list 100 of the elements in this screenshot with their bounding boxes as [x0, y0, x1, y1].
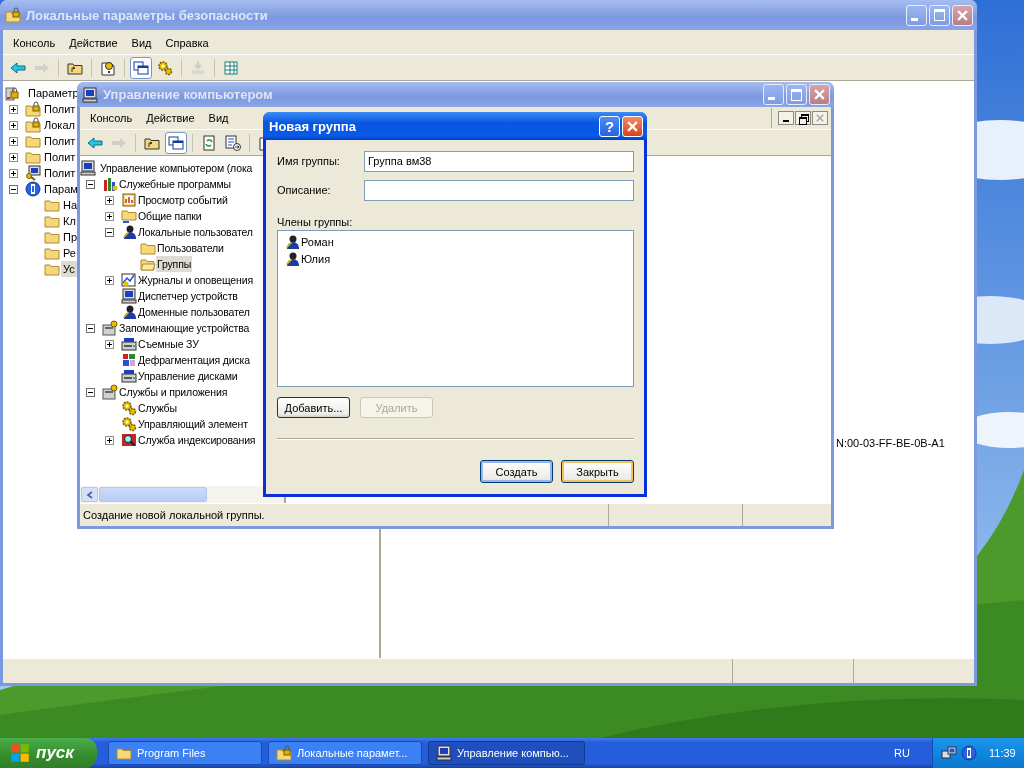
folder-icon — [44, 261, 60, 277]
expand-toggle[interactable] — [9, 104, 18, 114]
globe-icon[interactable] — [961, 745, 977, 761]
expand-toggle[interactable] — [9, 120, 18, 130]
expand-toggle[interactable] — [105, 195, 114, 205]
user-icon — [284, 250, 300, 267]
tree-item[interactable]: Общие папки — [137, 208, 203, 224]
export-list-icon — [225, 134, 241, 151]
folder-icon — [140, 240, 156, 256]
tree-item[interactable]: Дефрагментация диска — [137, 352, 251, 368]
tree-item[interactable]: На — [61, 197, 80, 213]
tree-item[interactable]: Полит — [42, 133, 78, 149]
tree-item[interactable]: Ре — [61, 245, 78, 261]
tools-icon — [102, 176, 118, 192]
close-icon — [814, 89, 825, 100]
language-indicator[interactable]: RU — [894, 747, 910, 759]
dialog-button[interactable]: Создать — [480, 460, 553, 483]
grid-icon — [223, 59, 239, 76]
tree-item[interactable]: Управление компьютером (лока — [99, 160, 254, 176]
folder-icon — [116, 745, 132, 761]
folder-icon — [25, 149, 41, 165]
tree-item[interactable]: Служба индексирования — [137, 432, 257, 448]
taskbar-button[interactable]: Управление компью... — [428, 741, 585, 765]
member-item[interactable]: Роман — [301, 235, 334, 248]
folder-icon — [44, 245, 60, 261]
close-icon — [957, 9, 968, 21]
dialog-button[interactable]: Добавить... — [277, 397, 350, 418]
refresh-icon — [201, 134, 217, 151]
tree-item[interactable]: Просмотр событий — [137, 192, 229, 208]
window-title: Локальные параметры безопасности — [26, 7, 268, 23]
tree-item[interactable]: Служебные программы — [118, 176, 232, 192]
expand-toggle[interactable] — [86, 179, 95, 189]
minimize-button[interactable] — [778, 111, 794, 125]
tree-item[interactable]: Группы — [156, 256, 193, 272]
taskbar-button[interactable]: Program Files — [108, 741, 262, 765]
tree-item[interactable]: Запоминающие устройства — [118, 320, 251, 336]
tree-item[interactable]: Полит — [42, 149, 78, 165]
help-button[interactable]: ? — [599, 115, 620, 137]
tree-item[interactable]: Полит — [42, 165, 78, 181]
tree-item[interactable]: Параметр — [26, 85, 81, 101]
expand-toggle[interactable] — [105, 275, 114, 285]
tree-item[interactable]: Локальные пользовател — [137, 224, 254, 240]
expand-toggle[interactable] — [105, 227, 114, 237]
expand-toggle[interactable] — [9, 184, 18, 194]
members-label: Члены группы: — [277, 216, 354, 230]
expand-toggle[interactable] — [105, 211, 114, 221]
folder-icon — [44, 229, 60, 245]
users-icon — [121, 304, 137, 320]
event-log-icon — [121, 192, 137, 208]
tree-item[interactable]: Кл — [61, 213, 78, 229]
detail-text: N:00-03-FF-BE-0B-A1 — [836, 437, 945, 449]
close-icon — [816, 114, 824, 122]
tree-item[interactable]: Управление дисками — [137, 368, 239, 384]
expand-toggle[interactable] — [105, 339, 114, 349]
tree-item[interactable]: Службы и приложения — [118, 384, 229, 400]
back-arrow-icon — [10, 59, 26, 76]
restore-button[interactable] — [795, 111, 811, 125]
expand-toggle[interactable] — [9, 152, 18, 162]
expand-toggle[interactable] — [9, 136, 18, 146]
tree-item[interactable]: Доменные пользовател — [137, 304, 251, 320]
drive-icon — [121, 336, 137, 352]
tree-item[interactable]: Диспетчер устройств — [137, 288, 239, 304]
computer-icon — [82, 86, 98, 103]
folder-icon — [44, 213, 60, 229]
tree-item[interactable]: Журналы и оповещения — [137, 272, 254, 288]
member-item[interactable]: Юлия — [301, 252, 331, 265]
gears-icon — [157, 59, 173, 76]
tree-item[interactable]: Локал — [42, 117, 77, 133]
computer-icon — [80, 160, 96, 176]
horizontal-scrollbar[interactable] — [80, 486, 284, 503]
server-icon — [102, 320, 118, 336]
user-icon — [284, 233, 300, 250]
tree-item[interactable]: Пользователи — [156, 240, 225, 256]
network-icon[interactable] — [941, 745, 957, 761]
dialog-button[interactable]: Закрыть — [561, 460, 634, 483]
clock: 11:39 — [989, 747, 1016, 759]
tree-item[interactable]: Съемные ЗУ — [137, 336, 200, 352]
expand-toggle[interactable] — [86, 323, 95, 333]
status-text: Создание новой локальной группы. — [83, 509, 265, 521]
pane-window-icon — [133, 59, 149, 76]
tree-item[interactable]: Парам — [42, 181, 80, 197]
tree-item[interactable]: Ус — [61, 261, 77, 277]
gears-icon — [121, 400, 137, 416]
defrag-icon — [121, 352, 137, 368]
expand-toggle[interactable] — [9, 168, 18, 178]
server-icon — [102, 384, 118, 400]
input-field[interactable] — [364, 179, 634, 201]
input-field[interactable]: Группа вм38 — [364, 150, 634, 172]
tree-item[interactable]: Управляющий элемент — [137, 416, 249, 432]
help-icon — [100, 59, 116, 76]
users-icon — [121, 224, 137, 240]
tree-item[interactable]: Пр — [61, 229, 80, 245]
expand-toggle[interactable] — [105, 435, 114, 445]
drive-icon — [121, 368, 137, 384]
tree-item[interactable]: Службы — [137, 400, 178, 416]
start-button[interactable]: пуск — [0, 738, 97, 768]
taskbar-button[interactable]: Локальные парамет... — [268, 741, 422, 765]
export-tray-icon — [190, 59, 206, 76]
tree-item[interactable]: Полит — [42, 101, 78, 117]
expand-toggle[interactable] — [86, 387, 95, 397]
